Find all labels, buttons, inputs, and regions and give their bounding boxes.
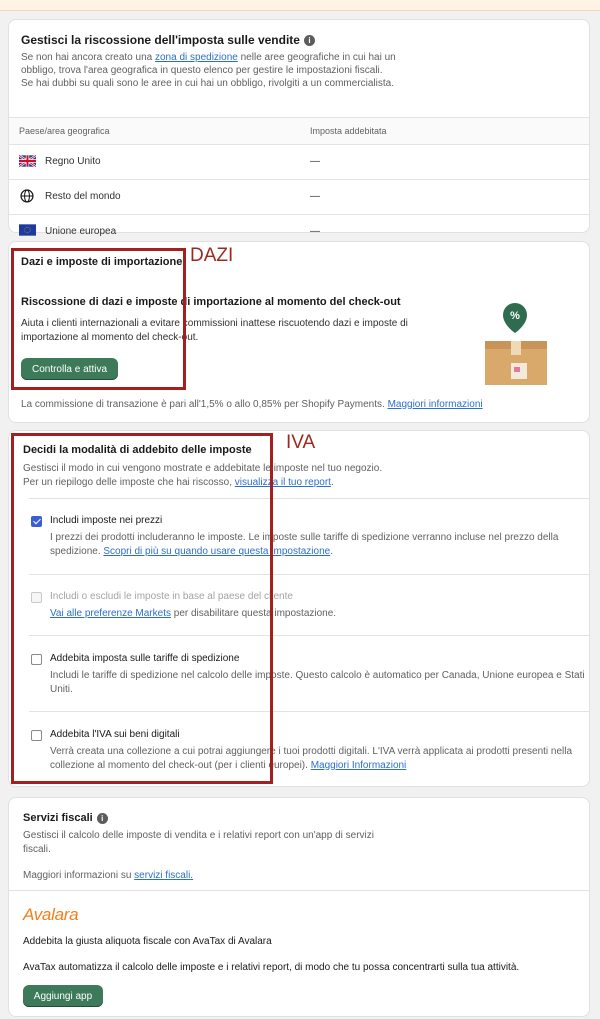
shipping-tax-label: Addebita imposta sulle tariffe di spediz… (50, 653, 240, 664)
tax-value: — (310, 226, 320, 237)
globe-icon (20, 189, 34, 203)
shipping-tax-option[interactable]: Addebita imposta sulle tariffe di spediz… (31, 653, 585, 695)
shipping-tax-description: Includi le tariffe di spedizione nel cal… (50, 670, 585, 695)
eu-flag-icon (19, 224, 36, 236)
divider (29, 711, 589, 712)
country-based-taxes-label: Includi o escludi le imposte in base al … (50, 591, 293, 602)
divider (29, 635, 589, 636)
view-report-link[interactable]: visualizza il tuo report (235, 477, 331, 488)
avalara-body: AvaTax automatizza il calcolo delle impo… (23, 962, 520, 973)
country-name: Resto del mondo (45, 191, 121, 202)
top-banner (0, 0, 600, 11)
country-name: Unione europea (45, 226, 117, 237)
tax-services-card: Servizi fiscali i Gestisci il calcolo del… (8, 797, 590, 1017)
uk-flag-icon (19, 155, 36, 167)
markets-preferences-link[interactable]: Vai alle preferenze Markets (50, 608, 171, 619)
tax-value: — (310, 156, 320, 167)
tax-value: — (310, 191, 320, 202)
divider (9, 890, 589, 891)
duties-fee-text: La commissione di transazione è pari all… (21, 399, 483, 410)
review-activate-button[interactable]: Controlla e attiva (21, 358, 118, 380)
tax-charging-card: Decidi la modalità di addebito delle imp… (8, 430, 590, 787)
tax-collection-title: Gestisci la riscossione dell'imposta sul… (21, 33, 315, 47)
annotation-label-dazi: DAZI (190, 245, 234, 266)
digital-goods-vat-label: Addebita l'IVA sui beni digitali (50, 729, 180, 740)
tax-charging-title: Decidi la modalità di addebito delle imp… (23, 444, 252, 456)
include-taxes-option[interactable]: Includi imposte nei prezzi I prezzi dei … (31, 515, 569, 557)
tax-column-header: Imposta addebitata (310, 126, 387, 136)
package-tag-icon: % (485, 303, 547, 385)
country-column-header: Paese/area geografica (19, 126, 110, 136)
country-based-taxes-description: Vai alle preferenze Markets per disabili… (50, 608, 337, 619)
duties-description: Aiuta i clienti internazionali a evitare… (21, 318, 408, 343)
table-row[interactable]: Unione europea — (9, 214, 589, 237)
more-information-link[interactable]: Maggiori Informazioni (311, 760, 407, 771)
country-table-header: Paese/area geografica Imposta addebitata (9, 117, 589, 145)
tax-charging-description: Gestisci il modo in cui vengono mostrate… (23, 463, 383, 488)
digital-goods-vat-description: Verrà creata una collezione a cui potrai… (50, 746, 573, 771)
tax-collection-card: Gestisci la riscossione dell'imposta sul… (8, 19, 590, 237)
tax-services-title: Servizi fiscali i (23, 812, 108, 824)
digital-goods-vat-option[interactable]: Addebita l'IVA sui beni digitali Verrà c… (31, 729, 572, 771)
include-taxes-checkbox[interactable] (31, 516, 42, 527)
tax-collection-description: Se non hai ancora creato una zona di spe… (21, 52, 396, 89)
shipping-tax-checkbox[interactable] (31, 654, 42, 665)
table-row[interactable]: Resto del mondo — (9, 179, 589, 215)
duties-subtitle: Riscossione di dazi e imposte di importa… (21, 296, 401, 308)
tax-services-more: Maggiori informazioni su servizi fiscali… (23, 870, 194, 881)
divider (29, 498, 589, 499)
digital-goods-vat-checkbox[interactable] (31, 730, 42, 741)
learn-when-link[interactable]: Scopri di più su quando usare questa imp… (103, 546, 330, 557)
include-taxes-description: I prezzi dei prodotti includeranno le im… (50, 532, 559, 557)
country-based-taxes-checkbox (31, 592, 42, 603)
country-based-taxes-option: Includi o escludi le imposte in base al … (31, 591, 569, 622)
duties-title: Dazi e imposte di importazione (21, 256, 183, 268)
more-info-link[interactable]: Maggiori informazioni (388, 399, 483, 410)
annotation-label-iva: IVA (286, 432, 316, 453)
avalara-logo: Avalara (23, 905, 79, 924)
info-icon[interactable]: i (303, 35, 315, 47)
table-row[interactable]: Regno Unito — (9, 144, 589, 180)
add-app-button[interactable]: Aggiungi app (23, 985, 103, 1007)
avalara-headline: Addebita la giusta aliquota fiscale con … (23, 936, 272, 947)
svg-text:%: % (510, 310, 520, 322)
duties-card: Dazi e imposte di importazione Riscossio… (8, 241, 590, 423)
shipping-zone-link[interactable]: zona di spedizione (155, 52, 238, 63)
country-name: Regno Unito (45, 156, 101, 167)
tax-services-description: Gestisci il calcolo delle imposte di ven… (23, 830, 374, 855)
info-icon[interactable]: i (96, 812, 108, 824)
include-taxes-label: Includi imposte nei prezzi (50, 515, 163, 526)
divider (29, 574, 589, 575)
tax-services-link[interactable]: servizi fiscali. (134, 870, 193, 881)
